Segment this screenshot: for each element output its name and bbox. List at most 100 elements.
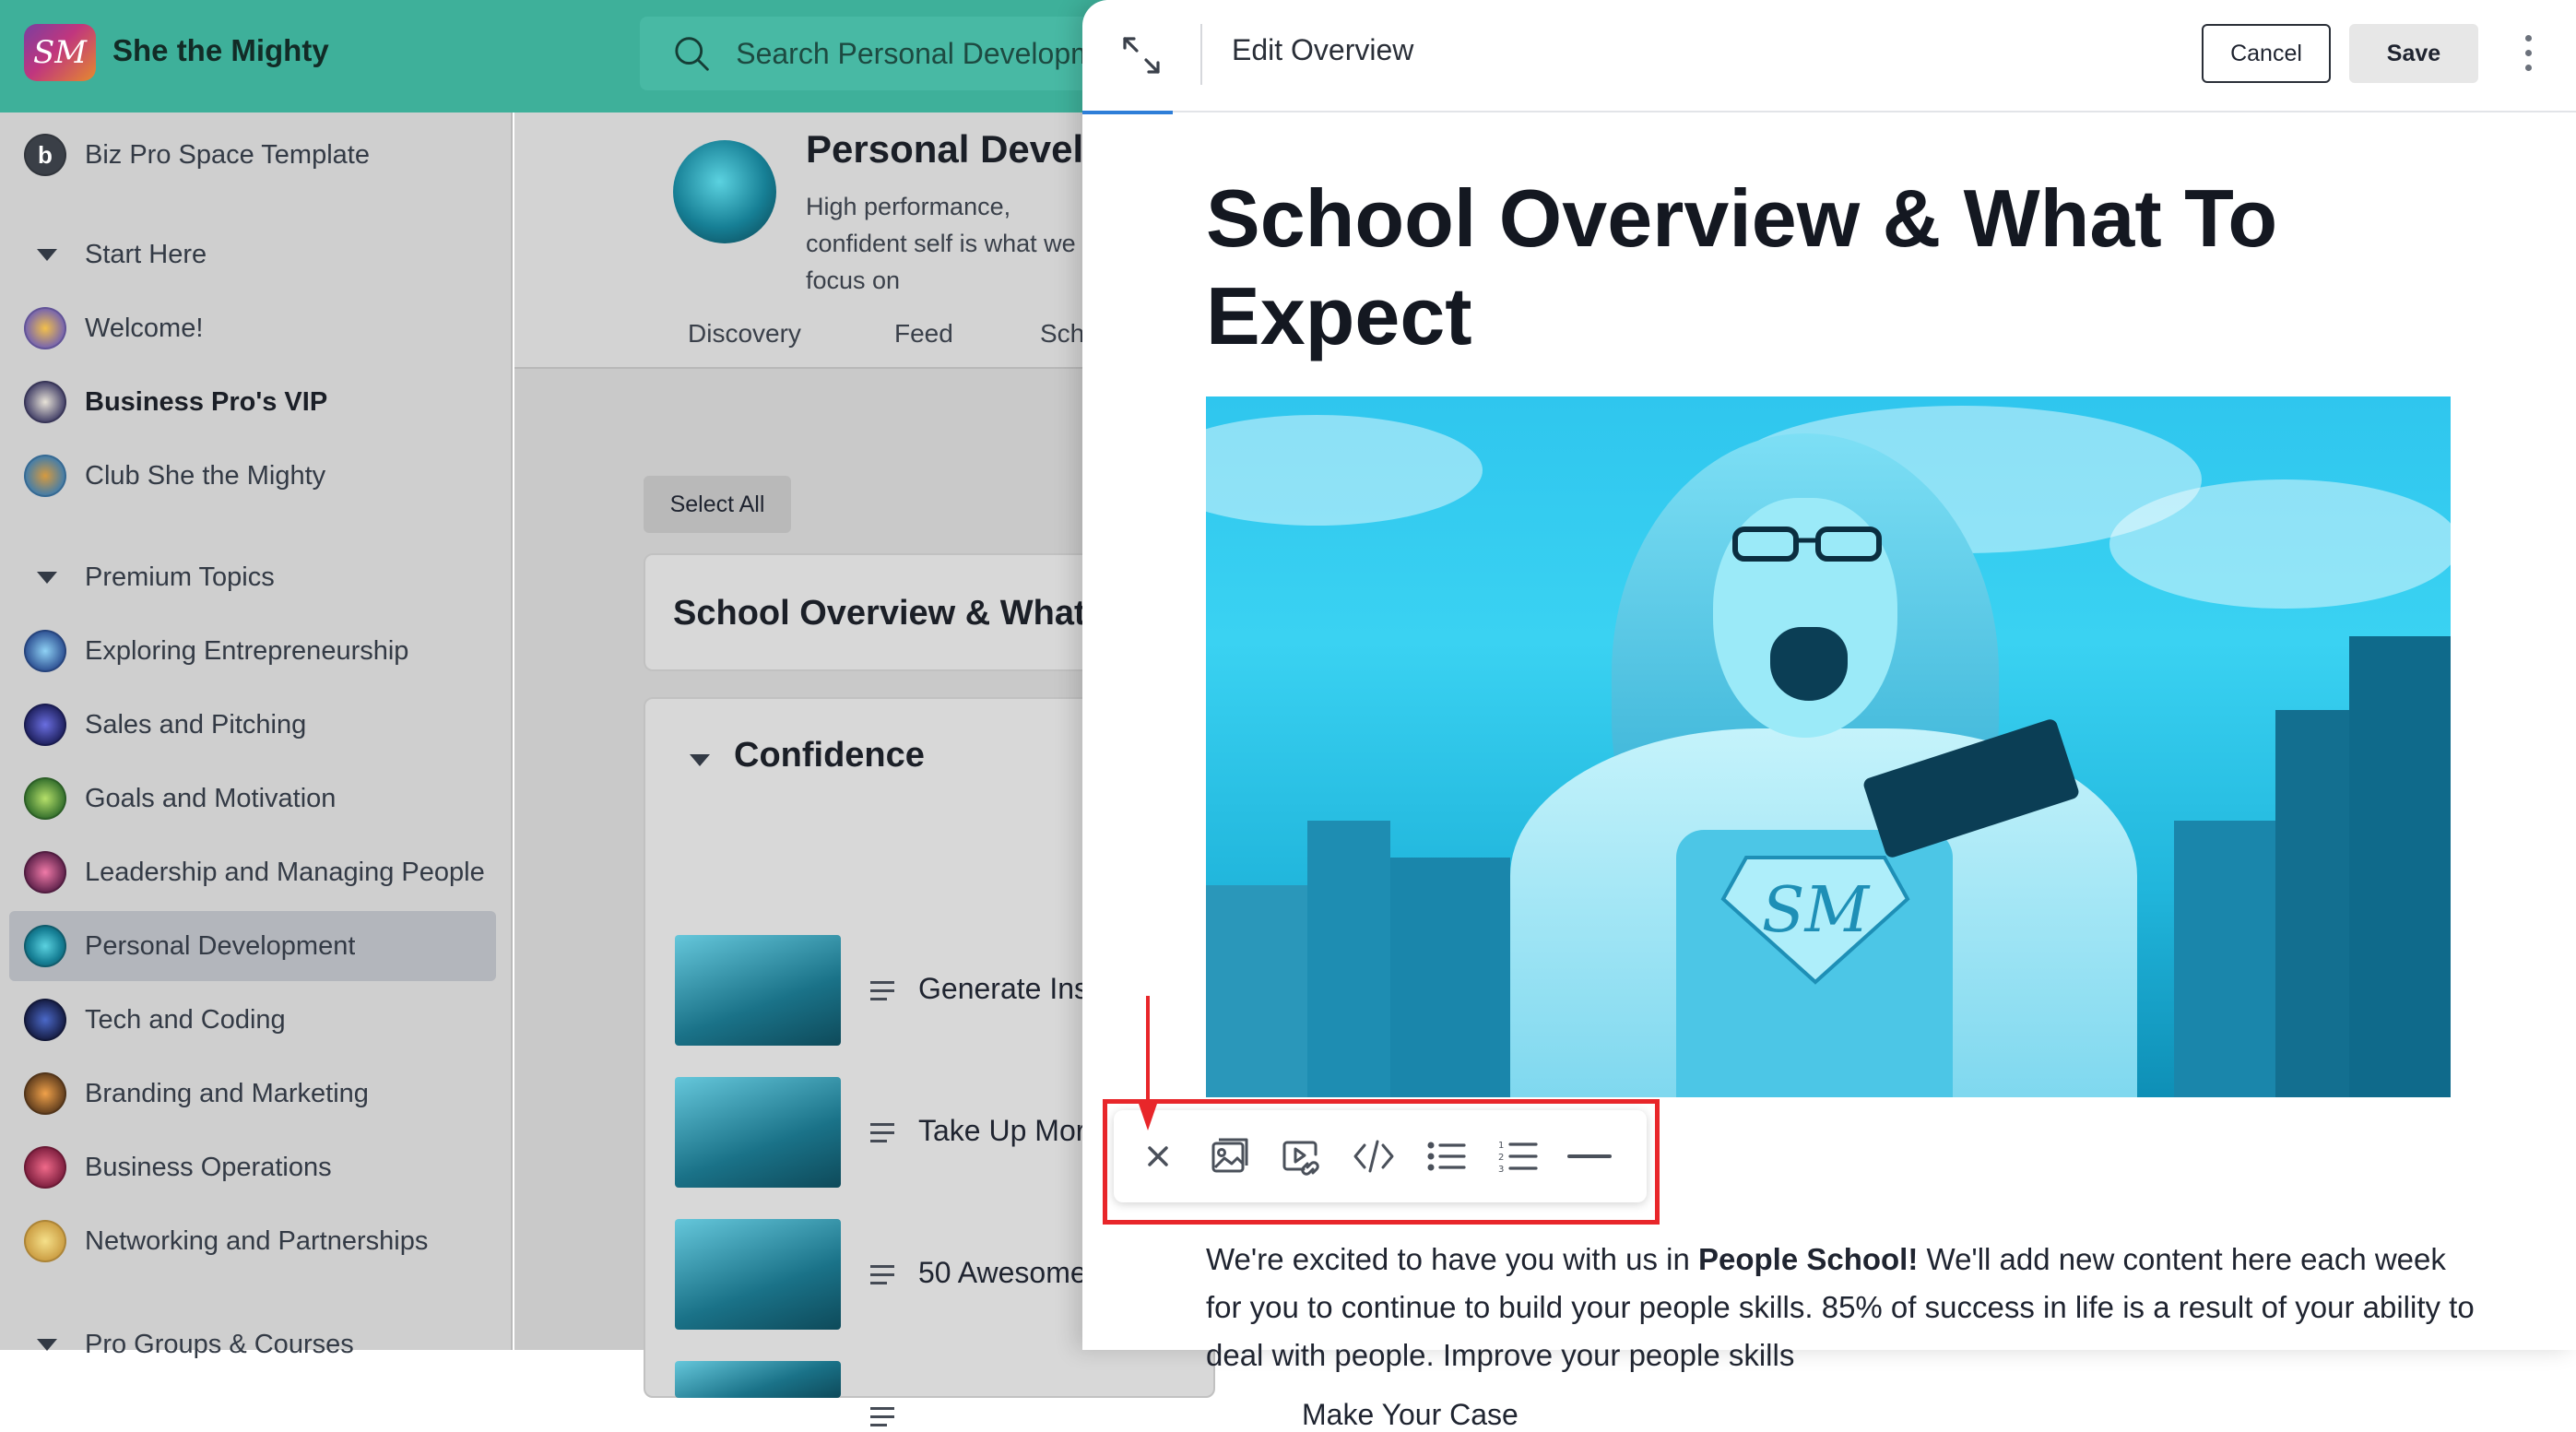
space-avatar <box>24 851 66 894</box>
lesson-thumbnail[interactable] <box>675 1077 841 1188</box>
code-icon <box>1353 1140 1394 1173</box>
lesson-thumbnail[interactable] <box>675 935 841 1046</box>
edit-overview-panel: Edit Overview Cancel Save School Overvie… <box>1082 0 2576 1372</box>
sidebar-item-welcome[interactable]: Welcome! <box>9 293 496 363</box>
sidebar-item-biz-pro-space-template[interactable]: b Biz Pro Space Template <box>9 120 496 190</box>
divider-icon <box>1567 1154 1612 1158</box>
space-avatar <box>24 1220 66 1262</box>
sidebar-item-tech-and-coding[interactable]: Tech and Coding <box>9 985 496 1055</box>
sidebar-item-leadership-and-managing-people[interactable]: Leadership and Managing People <box>9 837 496 907</box>
sidebar-item-business-operations[interactable]: Business Operations <box>9 1132 496 1202</box>
lesson-text-icon <box>870 1407 894 1427</box>
section-title: Confidence <box>734 736 925 775</box>
lesson-thumbnail[interactable] <box>675 1361 841 1398</box>
sidebar-item-label: Personal Development <box>85 930 356 961</box>
space-avatar <box>24 1072 66 1115</box>
sidebar-item-business-pros-vip[interactable]: Business Pro's VIP <box>9 367 496 437</box>
sidebar-item-label: Tech and Coding <box>85 1004 286 1035</box>
caret-down-icon <box>37 571 57 584</box>
glasses-graphic <box>1732 527 1882 562</box>
space-avatar <box>24 1146 66 1189</box>
sidebar-item-label: Branding and Marketing <box>85 1078 369 1108</box>
caret-down-icon <box>37 1338 57 1351</box>
section-pro-groups-courses[interactable]: Pro Groups & Courses <box>9 1317 496 1372</box>
section-title: Premium Topics <box>85 562 275 592</box>
section-title: Start Here <box>85 239 207 269</box>
sidebar: b Biz Pro Space Template Start Here Welc… <box>0 112 513 1359</box>
more-options-icon[interactable] <box>2523 35 2534 76</box>
caret-down-icon[interactable] <box>690 754 710 766</box>
sidebar-item-club-she-the-mighty[interactable]: Club She the Mighty <box>9 441 496 511</box>
close-toolbar-button[interactable] <box>1134 1132 1182 1180</box>
tab-feed[interactable]: Feed <box>894 319 953 349</box>
section-title: Pro Groups & Courses <box>85 1329 354 1359</box>
section-premium-topics[interactable]: Premium Topics <box>9 550 496 605</box>
sidebar-item-label: Exploring Entrepreneurship <box>85 635 409 666</box>
svg-text:2: 2 <box>1498 1153 1504 1163</box>
document-title[interactable]: School Overview & What To Expect <box>1206 170 2478 365</box>
space-avatar <box>24 630 66 672</box>
expand-icon[interactable] <box>1121 35 1162 76</box>
body-bold-text: People School! <box>1697 1242 1919 1276</box>
sidebar-item-label: Business Operations <box>85 1152 332 1182</box>
document-body[interactable]: We're excited to have you with us in Peo… <box>1206 1236 2478 1379</box>
top-bar: SM She the Mighty Search Personal Develo… <box>0 0 1119 112</box>
sidebar-item-label: Networking and Partnerships <box>85 1225 429 1256</box>
tab-discovery[interactable]: Discovery <box>688 319 801 349</box>
insert-code-button[interactable] <box>1350 1132 1398 1180</box>
lesson-text-icon <box>870 1265 894 1285</box>
sidebar-item-personal-development[interactable]: Personal Development <box>9 911 496 981</box>
hero-image[interactable]: SM <box>1206 396 2451 1097</box>
insert-video-link-button[interactable] <box>1278 1132 1326 1180</box>
space-main: Personal Development High performance, c… <box>514 112 1518 1431</box>
sidebar-item-branding-and-marketing[interactable]: Branding and Marketing <box>9 1059 496 1129</box>
lesson-thumbnail[interactable] <box>675 1219 841 1330</box>
space-avatar <box>24 704 66 746</box>
insert-image-button[interactable] <box>1206 1132 1254 1180</box>
header-divider <box>1200 24 1202 85</box>
brand-name[interactable]: She the Mighty <box>112 33 329 68</box>
sidebar-item-label: Leadership and Managing People <box>85 857 485 887</box>
space-header: Personal Development High performance, c… <box>514 112 1223 369</box>
search-icon <box>675 37 709 71</box>
sidebar-item-goals-and-motivation[interactable]: Goals and Motivation <box>9 763 496 834</box>
caret-down-icon <box>37 248 57 261</box>
space-avatar <box>24 455 66 497</box>
brand-logo[interactable]: SM <box>24 24 96 81</box>
sidebar-item-networking-and-partnerships[interactable]: Networking and Partnerships <box>9 1206 496 1276</box>
sidebar-item-label: Club She the Mighty <box>85 460 326 491</box>
sidebar-item-sales-and-pitching[interactable]: Sales and Pitching <box>9 690 496 760</box>
search-input[interactable]: Search Personal Development <box>736 37 1119 71</box>
space-avatar <box>24 777 66 820</box>
svg-text:1: 1 <box>1498 1141 1504 1151</box>
insert-numbered-list-button[interactable]: 1 2 3 <box>1494 1132 1542 1180</box>
svg-text:SM: SM <box>1762 874 1872 947</box>
insert-divider-button[interactable] <box>1566 1132 1613 1180</box>
sidebar-item-label: Sales and Pitching <box>85 709 307 740</box>
space-avatar <box>673 140 776 243</box>
sidebar-item-label: Business Pro's VIP <box>85 386 328 417</box>
active-tab-indicator <box>1082 111 1173 114</box>
section-start-here[interactable]: Start Here <box>9 227 496 282</box>
svg-text:3: 3 <box>1498 1165 1504 1175</box>
space-description: High performance, confident self is what… <box>806 193 1076 294</box>
bulleted-list-icon <box>1427 1142 1466 1171</box>
sidebar-item-label: Goals and Motivation <box>85 783 337 813</box>
space-avatar: b <box>24 134 66 176</box>
lesson-text-icon <box>870 1123 894 1143</box>
save-button[interactable]: Save <box>2349 24 2478 83</box>
insert-bulleted-list-button[interactable] <box>1422 1132 1470 1180</box>
space-avatar <box>24 381 66 423</box>
sm-emblem-graphic: SM <box>1720 856 1910 985</box>
sidebar-item-label: Welcome! <box>85 313 204 343</box>
search-bar[interactable]: Search Personal Development <box>640 17 1119 90</box>
image-icon <box>1211 1138 1248 1173</box>
editor-title: Edit Overview <box>1232 33 1414 66</box>
numbered-list-icon: 1 2 3 <box>1498 1141 1538 1175</box>
sidebar-item-exploring-entrepreneurship[interactable]: Exploring Entrepreneurship <box>9 616 496 686</box>
lesson-title[interactable]: Make Your Case <box>1302 1398 1518 1432</box>
space-avatar <box>24 925 66 967</box>
space-avatar <box>24 307 66 349</box>
cancel-button[interactable]: Cancel <box>2202 24 2331 83</box>
select-all-button[interactable]: Select All <box>644 476 791 533</box>
